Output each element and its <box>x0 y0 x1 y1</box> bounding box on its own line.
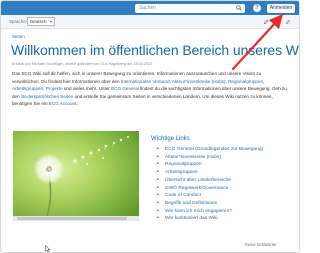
language-bar: Sprache: Deutsch ▾ <box>1 15 299 29</box>
intro-text: . <box>76 101 78 107</box>
page-meta: Erstellt von Michael Gschlüger, zuletzt … <box>12 62 153 66</box>
important-links-heading: Wichtige Links <box>151 136 190 142</box>
app-window: Suchen ? Anmelden Sprache: Deutsch ▾ Sei… <box>0 0 300 253</box>
intro-text: und vieles mehr. Unter <box>62 86 112 92</box>
dandelion-illustration <box>13 131 139 216</box>
language-label: Sprache: <box>9 19 28 24</box>
list-item[interactable]: Arbeitsgruppen <box>157 169 297 177</box>
list-item[interactable]: Regionalgruppen <box>157 161 297 169</box>
search-placeholder: Suchen <box>139 5 156 11</box>
dandelion-image <box>13 131 139 216</box>
list-item[interactable]: ECG General (Grundlegendes zur Bewegung) <box>157 146 297 154</box>
list-item[interactable]: Übersicht über Länderbereiche <box>157 177 297 185</box>
scrollbar-thumb[interactable] <box>17 217 127 220</box>
top-bar: Suchen ? Anmelden <box>1 1 299 15</box>
language-select[interactable]: Deutsch ▾ <box>27 17 55 26</box>
search-icon <box>236 5 242 11</box>
link-international-association[interactable]: Internationalen Verband <box>121 79 170 84</box>
intro-text: , <box>263 78 265 84</box>
link-hubs[interactable]: Akteur*innenkreise (Hubs) <box>172 79 226 84</box>
share-icon[interactable] <box>274 19 280 25</box>
list-item[interactable]: Begriffe und Definitionen <box>157 200 297 208</box>
link-working-groups[interactable]: Arbeitsgruppen <box>12 86 43 91</box>
edit-icon[interactable] <box>263 19 269 25</box>
list-item[interactable]: Wie kann ich mich engagieren? <box>157 208 297 216</box>
footer-labels: Keine Schlwörter <box>245 242 277 247</box>
link-regional-groups[interactable]: Regionalgruppen <box>228 79 263 84</box>
chevron-down-icon: ▾ <box>49 19 52 24</box>
help-icon[interactable]: ? <box>253 4 261 12</box>
image-scrollbar[interactable] <box>13 216 139 221</box>
mouse-cursor-icon <box>45 245 51 252</box>
link-icon[interactable] <box>285 19 291 25</box>
list-item[interactable]: Akteur*innenkreise (Hubs) <box>157 154 297 162</box>
login-button[interactable]: Anmelden <box>267 4 295 13</box>
breadcrumb[interactable]: Seiten <box>12 34 25 40</box>
list-item[interactable]: Wie funktioniert das Wiki <box>157 215 297 223</box>
list-item[interactable]: Code of Conduct <box>157 192 297 200</box>
important-links-list: ECG General (Grundlegendes zur Bewegung)… <box>157 146 297 223</box>
search-input[interactable]: Suchen <box>135 4 245 13</box>
page-title: Willkommen im öffentlichen Bereich unser… <box>11 42 300 58</box>
language-selected: Deutsch <box>30 19 47 24</box>
list-item[interactable]: GWÖ Regelwerk/Governance <box>157 185 297 193</box>
link-country-pages[interactable]: länderspezifischen Seiten <box>21 94 73 99</box>
link-projects[interactable]: Projekte <box>46 86 63 91</box>
link-ecg-general[interactable]: ECG General <box>111 86 139 91</box>
intro-paragraph: Das ECG Wiki soll dir helfen, sich in un… <box>12 70 288 108</box>
link-ecg-account[interactable]: ECG Account <box>49 101 77 106</box>
